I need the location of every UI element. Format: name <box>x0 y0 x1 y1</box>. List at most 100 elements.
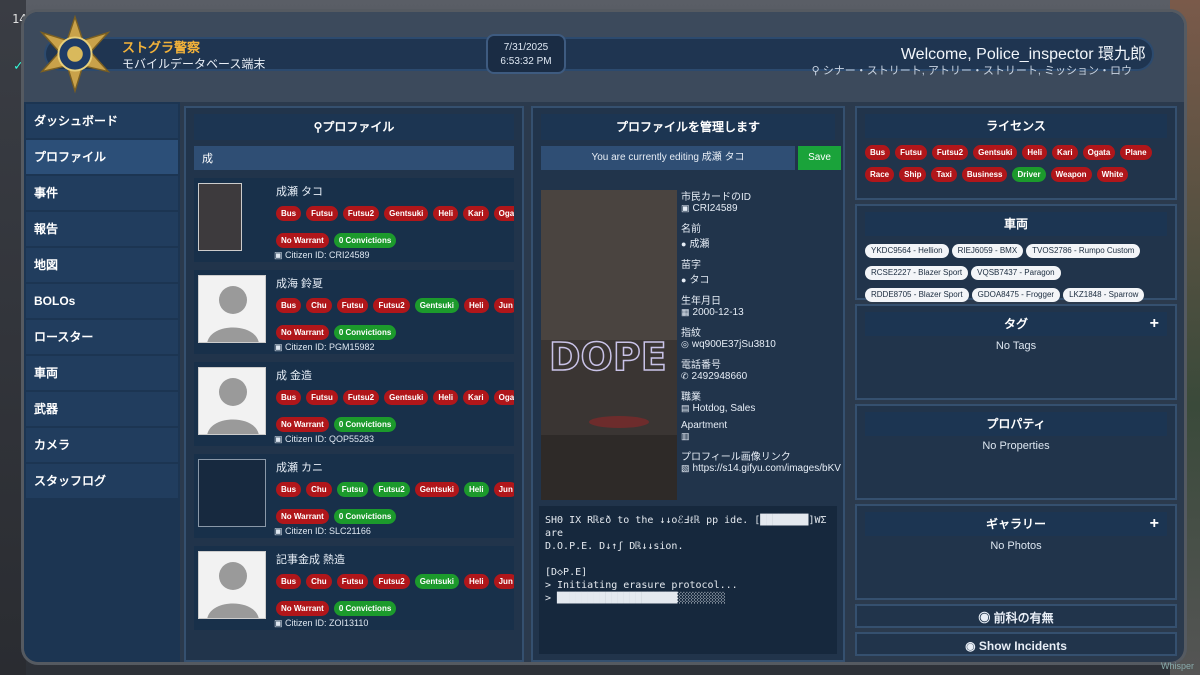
add-tag-button[interactable]: + <box>1150 312 1159 336</box>
field-value-text[interactable]: 2000-12-13 <box>693 307 744 318</box>
vehicle-pill[interactable]: VQSB7437 - Paragon <box>971 266 1061 280</box>
license-badge: Weapon <box>1050 167 1092 182</box>
profile-card[interactable]: 成 金造 Bus Futsu Futsu2 Gentsuki Heli Kari Oga No … <box>194 362 514 446</box>
vehicle-pill[interactable]: RDDE8705 - Blazer Sport <box>865 288 969 302</box>
building-icon: ▥ <box>681 431 690 441</box>
field-value: ▧ https://s14.gifyu.com/images/bKV <box>681 463 841 474</box>
license-tag: Kari <box>463 206 489 221</box>
profiles-header-label: プロファイル <box>322 120 395 134</box>
license-badge: Plane <box>1120 145 1152 160</box>
no-properties-text: No Properties <box>982 440 1050 452</box>
convictions-badge: 0 Convictions <box>333 417 397 432</box>
license-tag: Oga <box>493 390 514 405</box>
sidebar-item-weapons[interactable]: 武器 <box>26 392 178 426</box>
license-tag: Futsu2 <box>373 574 410 589</box>
vehicle-pill[interactable]: YKDC9564 - Hellion <box>865 244 949 258</box>
field-label: 職業 <box>681 392 701 403</box>
license-badge: Kari <box>1052 145 1078 160</box>
field-value-text[interactable]: 2492948660 <box>692 371 748 382</box>
sidebar-item-staff-log[interactable]: スタッフログ <box>26 464 178 498</box>
license-badge: Race <box>865 167 895 182</box>
profile-card[interactable]: 成瀬 タコ Bus Futsu Futsu2 Gentsuki Heli Kari Ogata… <box>194 178 514 262</box>
sidebar-item-bolos[interactable]: BOLOs <box>26 284 178 318</box>
field-value: ▦ 2000-12-13 <box>681 307 841 318</box>
sidebar-item-profiles[interactable]: プロファイル <box>26 140 178 174</box>
location-text: ⚲ シナー・ストリート, アトリー・ストリート, ミッション・ロウ <box>812 62 1132 78</box>
license-tag: Gentsuki <box>414 482 459 497</box>
license-badge: Bus <box>865 145 891 160</box>
id-card-icon: ▣ <box>274 434 286 444</box>
license-badge: Heli <box>1022 145 1048 160</box>
profile-thumbnail <box>198 459 266 527</box>
field-value: ● 成瀬 <box>681 235 841 250</box>
field-label: プロフィール画像リンク <box>681 452 791 463</box>
terminal-line: > Initiating erasure protocol... <box>545 580 738 591</box>
citizen-name: 記事金成 熱造 <box>276 554 346 566</box>
profile-photo[interactable]: DOPE <box>541 190 677 500</box>
profiles-header: ⚲プロファイル <box>194 114 514 140</box>
vehicle-pill[interactable]: GDOA8475 - Frogger <box>971 288 1061 302</box>
field-label: Apartment <box>681 420 728 431</box>
brand-title: ストグラ警察 <box>122 40 201 55</box>
status-tags: No Warrant 0 Convictions <box>276 230 401 248</box>
save-button[interactable]: Save <box>798 146 841 170</box>
phone-icon: ✆ <box>681 371 689 381</box>
license-badge: Driver <box>1012 167 1046 182</box>
mdt-tablet: ストグラ警察 モバイルデータベース端末 7/31/2025 6:53:32 PM… <box>24 12 1184 662</box>
gallery-header: ギャラリー + <box>865 512 1167 536</box>
show-incidents-button[interactable]: ◉ Show Incidents <box>855 632 1177 656</box>
sidebar-item-reports[interactable]: 報告 <box>26 212 178 246</box>
side-hud-icon: ✓ <box>14 58 23 74</box>
license-badge: White <box>1096 167 1129 182</box>
field-value-text[interactable]: https://s14.gifyu.com/images/bKV <box>693 463 841 474</box>
license-tag: Futsu <box>306 390 338 405</box>
status-tags: No Warrant 0 Convictions <box>276 506 401 524</box>
no-tags-text: No Tags <box>995 340 1037 352</box>
sidebar-item-map[interactable]: 地図 <box>26 248 178 282</box>
field-value-text[interactable]: CRI24589 <box>693 203 738 214</box>
convictions-badge: 0 Convictions <box>333 325 397 340</box>
profile-search-input[interactable] <box>194 146 514 170</box>
terminal-line: D.O.P.E. D↓↑ʃ Dℝ↓↓sion. <box>545 541 684 552</box>
properties-panel: プロパティ No Properties <box>855 404 1177 500</box>
license-tag: Heli <box>463 298 489 313</box>
add-photo-button[interactable]: + <box>1150 512 1159 536</box>
profile-card[interactable]: 記事金成 熱造 Bus Chu Futsu Futsu2 Gentsuki Heli Jun N… <box>194 546 514 630</box>
field-value-text[interactable]: 成瀬 <box>689 239 709 250</box>
field-value-text[interactable]: wq900E37jSu3810 <box>692 339 776 350</box>
sidebar-nav: ダッシュボード プロファイル 事件 報告 地図 BOLOs ロースター 車両 武… <box>24 102 180 662</box>
license-tag: Bus <box>276 390 302 405</box>
license-tag: Jun <box>493 574 514 589</box>
field-value-text[interactable]: タコ <box>689 275 709 286</box>
user-icon: ● <box>681 239 687 249</box>
profile-card[interactable]: 成瀬 カニ Bus Chu Futsu Futsu2 Gentsuki Heli Jun No … <box>194 454 514 538</box>
license-tags: Bus Futsu Futsu2 Gentsuki Heli Kari Oga <box>276 387 514 405</box>
citizen-id: ▣ Citizen ID: PGM15982 <box>274 342 375 353</box>
properties-header: プロパティ <box>865 412 1167 436</box>
clock-date: 7/31/2025 <box>503 42 549 53</box>
license-tag: Heli <box>463 482 489 497</box>
sidebar-item-dashboard[interactable]: ダッシュボード <box>26 104 178 138</box>
sidebar-item-vehicles[interactable]: 車両 <box>26 356 178 390</box>
calendar-icon: ▦ <box>681 307 690 317</box>
field-value-text[interactable]: Hotdog, Sales <box>693 403 756 414</box>
sidebar-item-roster[interactable]: ロースター <box>26 320 178 354</box>
map-pin-icon: ⚲ <box>811 65 823 77</box>
field-label: 生年月日 <box>681 296 721 307</box>
license-tag: Futsu2 <box>342 390 380 405</box>
field-label: 指紋 <box>681 328 701 339</box>
vehicle-list: YKDC9564 - Hellion RIEJ6059 - BMX TVOS2786… <box>857 240 1175 306</box>
citizen-name: 成瀬 タコ <box>276 186 324 198</box>
sidebar-item-incidents[interactable]: 事件 <box>26 176 178 210</box>
vehicle-pill[interactable]: TVOS2786 - Rumpo Custom <box>1026 244 1141 258</box>
vehicle-pill[interactable]: RCSE2227 - Blazer Sport <box>865 266 969 280</box>
license-tag: Futsu2 <box>373 298 410 313</box>
vehicle-pill[interactable]: RIEJ6059 - BMX <box>951 244 1024 258</box>
sidebar-item-cameras[interactable]: カメラ <box>26 428 178 462</box>
profile-thumbnail <box>198 551 266 619</box>
license-badge: Taxi <box>931 167 957 182</box>
vehicle-pill[interactable]: LKZ1848 - Sparrow <box>1063 288 1145 302</box>
criminal-record-button[interactable]: ◉ 前科の有無 <box>855 604 1177 628</box>
status-tags: No Warrant 0 Convictions <box>276 414 401 432</box>
profile-card[interactable]: 成海 鈴夏 Bus Chu Futsu Futsu2 Gentsuki Heli Jun No … <box>194 270 514 354</box>
